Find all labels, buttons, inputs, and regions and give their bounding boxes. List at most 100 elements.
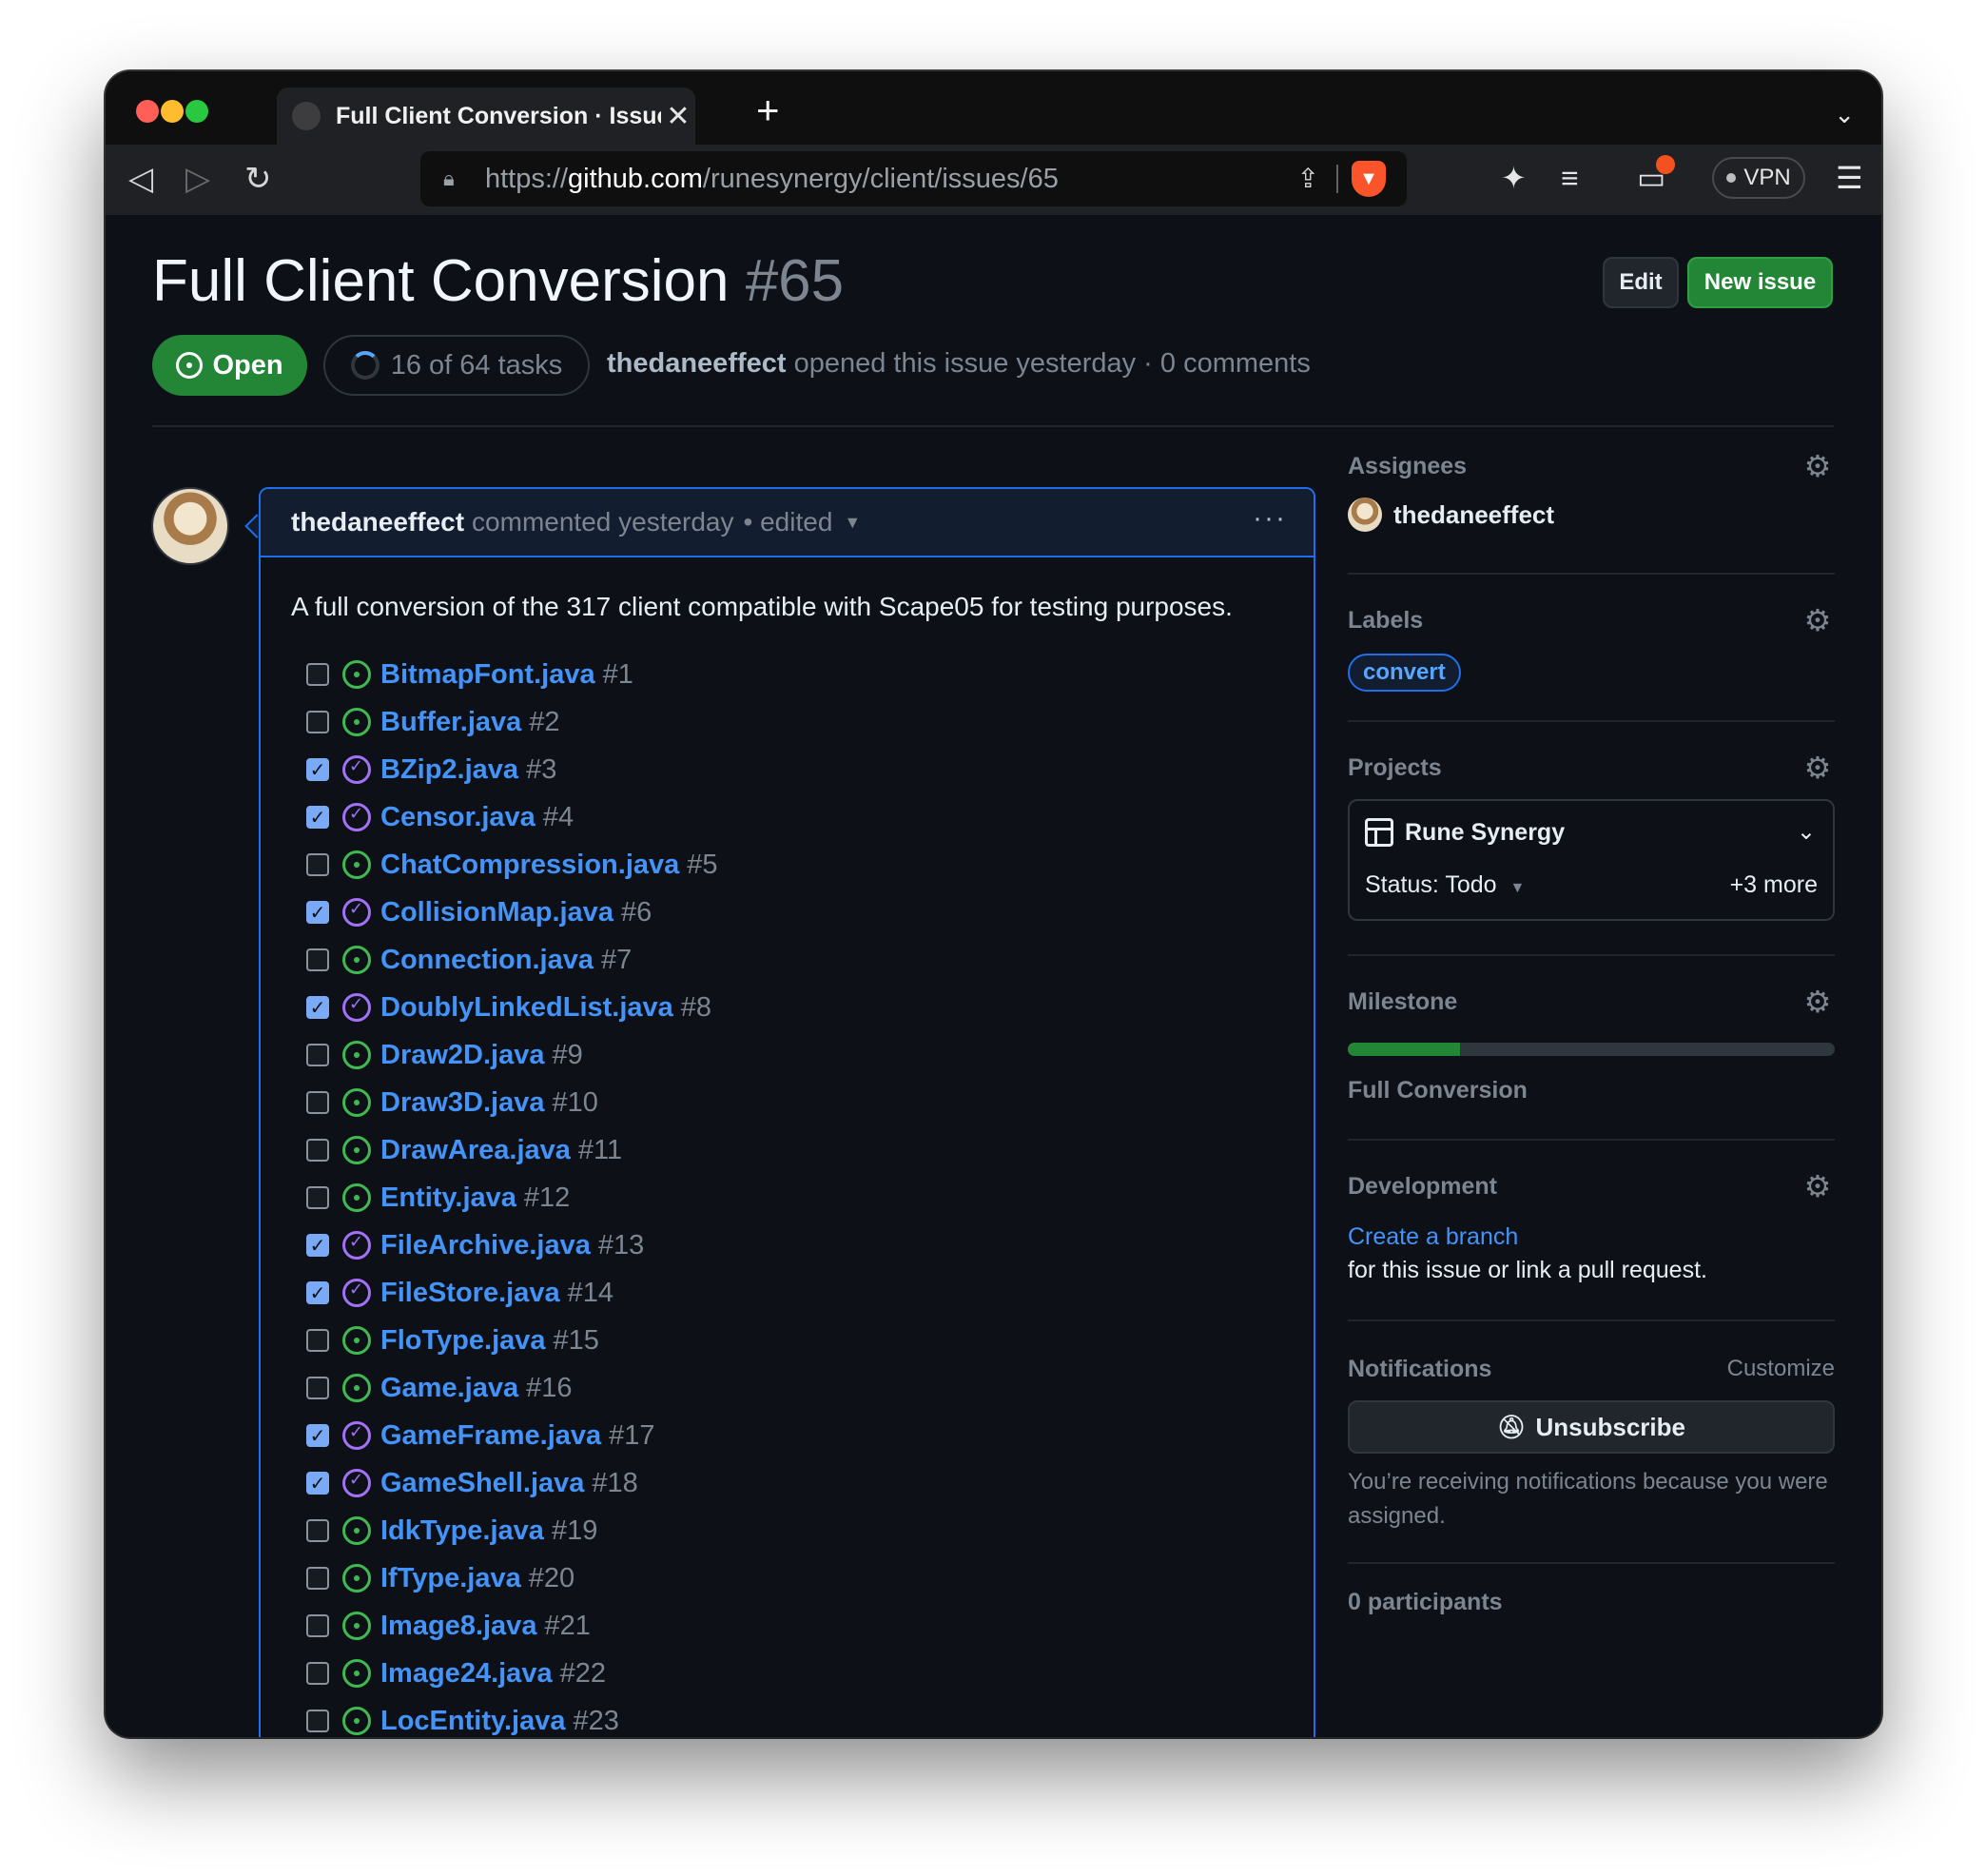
task-checkbox[interactable]: ✓ (306, 1472, 329, 1495)
task-issue-link[interactable]: LocEntity.java (380, 1706, 565, 1737)
task-checkbox[interactable] (306, 1091, 329, 1114)
task-checkbox[interactable] (306, 1186, 329, 1209)
task-issue-link[interactable]: IfType.java (380, 1563, 521, 1594)
customize-link[interactable]: Customize (1727, 1356, 1835, 1382)
menu-icon[interactable]: ☰ (1836, 159, 1863, 197)
task-checkbox[interactable]: ✓ (306, 901, 329, 924)
task-checkbox[interactable] (306, 853, 329, 876)
task-checkbox[interactable] (306, 663, 329, 686)
tab-bar: Full Client Conversion · Issue #6 ✕ + ⌄ (106, 71, 1881, 145)
task-checkbox[interactable]: ✓ (306, 1234, 329, 1257)
projects-title[interactable]: Projects (1348, 754, 1835, 782)
new-tab-button[interactable]: + (756, 90, 780, 130)
milestone-name[interactable]: Full Conversion (1348, 1077, 1835, 1104)
task-issue-link[interactable]: FileArchive.java (380, 1230, 591, 1261)
issue-closed-icon (342, 993, 371, 1022)
task-checkbox[interactable] (306, 1567, 329, 1590)
issue-author[interactable]: thedaneeffect (607, 348, 787, 379)
address-bar[interactable]: 🔒︎ https://github.com/runesynergy/client… (420, 151, 1407, 206)
comment-author[interactable]: thedaneeffect (291, 507, 464, 537)
brave-shield-icon[interactable]: ▼ (1352, 161, 1386, 197)
extensions-icon[interactable]: ✦ (1501, 159, 1527, 197)
minimize-window-button[interactable] (161, 100, 184, 123)
task-issue-link[interactable]: Buffer.java (380, 707, 521, 738)
project-status[interactable]: Status: Todo ▼ (1365, 871, 1525, 899)
task-issue-link[interactable]: Image24.java (380, 1658, 553, 1690)
task-list-item: FloType.java #15 (291, 1317, 1314, 1364)
task-list-item: Connection.java #7 (291, 936, 1314, 984)
unsubscribe-button[interactable]: 🔕︎ Unsubscribe (1348, 1400, 1835, 1454)
task-issue-link[interactable]: BitmapFont.java (380, 659, 595, 691)
task-issue-link[interactable]: Entity.java (380, 1182, 516, 1214)
task-checkbox[interactable]: ✓ (306, 806, 329, 829)
development-gear-icon[interactable]: ⚙ (1802, 1171, 1833, 1202)
labels-title[interactable]: Labels (1348, 607, 1835, 635)
reload-icon[interactable]: ↻ (244, 158, 272, 200)
task-issue-link[interactable]: BZip2.java (380, 754, 518, 786)
task-issue-link[interactable]: FloType.java (380, 1325, 546, 1357)
close-tab-icon[interactable]: ✕ (661, 100, 695, 133)
task-issue-link[interactable]: GameFrame.java (380, 1420, 601, 1452)
back-icon[interactable]: ◁ (128, 158, 153, 200)
task-issue-link[interactable]: Connection.java (380, 945, 594, 976)
project-name-row[interactable]: Rune Synergy (1365, 818, 1565, 847)
create-branch-link[interactable]: Create a branch (1348, 1223, 1835, 1251)
task-checkbox[interactable]: ✓ (306, 1281, 329, 1304)
task-checkbox[interactable] (306, 1519, 329, 1542)
task-issue-link[interactable]: DrawArea.java (380, 1135, 571, 1166)
task-issue-link[interactable]: Game.java (380, 1373, 518, 1404)
task-checkbox[interactable] (306, 1044, 329, 1066)
task-checkbox[interactable] (306, 1614, 329, 1637)
task-issue-link[interactable]: Draw3D.java (380, 1087, 545, 1119)
task-list-item: ChatCompression.java #5 (291, 841, 1314, 889)
task-issue-link[interactable]: Image8.java (380, 1611, 536, 1642)
milestone-gear-icon[interactable]: ⚙ (1802, 987, 1833, 1017)
task-checkbox[interactable] (306, 948, 329, 971)
task-checkbox[interactable] (306, 1377, 329, 1399)
task-issue-link[interactable]: Draw2D.java (380, 1040, 545, 1071)
assignee-item[interactable]: thedaneeffect (1348, 498, 1835, 532)
active-tab[interactable]: Full Client Conversion · Issue #6 ✕ (277, 88, 695, 145)
task-checkbox[interactable] (306, 711, 329, 733)
edited-caret-icon[interactable]: ▼ (844, 513, 861, 533)
forward-icon[interactable]: ▷ (185, 158, 210, 200)
task-checkbox[interactable] (306, 1662, 329, 1685)
avatar[interactable] (151, 487, 229, 565)
zoom-window-button[interactable] (185, 100, 208, 123)
projects-gear-icon[interactable]: ⚙ (1802, 752, 1833, 783)
task-issue-link[interactable]: FileStore.java (380, 1278, 560, 1309)
issue-meta: thedaneeffect opened this issue yesterda… (607, 348, 1311, 380)
vpn-button[interactable]: VPN (1712, 157, 1805, 199)
share-icon[interactable]: ⇪ (1297, 163, 1319, 194)
task-issue-link[interactable]: ChatCompression.java (380, 850, 679, 881)
task-checkbox[interactable]: ✓ (306, 1424, 329, 1447)
edit-button[interactable]: Edit (1603, 257, 1679, 308)
task-checkbox[interactable]: ✓ (306, 996, 329, 1019)
task-checkbox[interactable] (306, 1710, 329, 1732)
task-issue-link[interactable]: DoublyLinkedList.java (380, 992, 673, 1024)
task-issue-link[interactable]: CollisionMap.java (380, 897, 613, 928)
tab-list-chevron-icon[interactable]: ⌄ (1834, 100, 1855, 129)
assignees-title[interactable]: Assignees (1348, 453, 1835, 480)
task-progress-badge[interactable]: 16 of 64 tasks (323, 335, 590, 396)
playlist-icon[interactable]: ≡ (1561, 159, 1579, 197)
task-checkbox[interactable] (306, 1139, 329, 1162)
milestone-title[interactable]: Milestone (1348, 988, 1835, 1016)
comment-edited[interactable]: • edited (744, 507, 833, 537)
labels-gear-icon[interactable]: ⚙ (1802, 605, 1833, 635)
url-path: /runesynergy/client/issues/65 (702, 163, 1059, 194)
task-checkbox[interactable] (306, 1329, 329, 1352)
task-checkbox[interactable]: ✓ (306, 758, 329, 781)
close-window-button[interactable] (136, 100, 159, 123)
more-options-icon[interactable]: ··· (1253, 502, 1287, 535)
new-issue-button[interactable]: New issue (1687, 257, 1833, 308)
task-issue-link[interactable]: IdkType.java (380, 1515, 544, 1547)
chevron-down-icon[interactable]: ⌄ (1797, 818, 1816, 846)
label-convert[interactable]: convert (1348, 654, 1461, 692)
task-issue-link[interactable]: GameShell.java (380, 1468, 584, 1499)
task-issue-link[interactable]: Censor.java (380, 802, 535, 833)
project-more-link[interactable]: +3 more (1730, 871, 1818, 899)
assignees-gear-icon[interactable]: ⚙ (1802, 451, 1833, 481)
task-list-item: ✓ DoublyLinkedList.java#8 (291, 984, 1314, 1031)
development-title[interactable]: Development (1348, 1173, 1835, 1201)
